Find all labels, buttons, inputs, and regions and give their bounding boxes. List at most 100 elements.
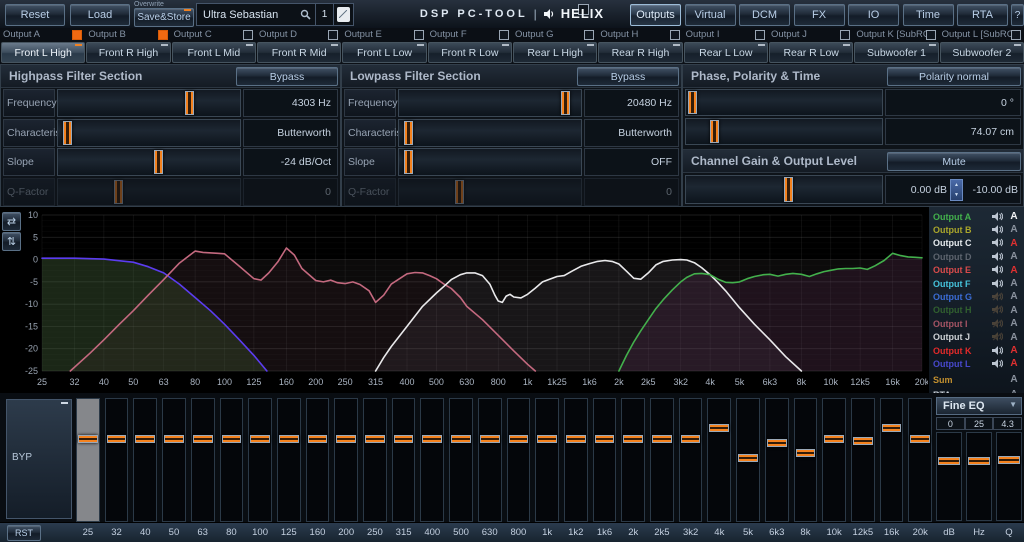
spinner-down-icon[interactable]: ▼	[954, 192, 959, 198]
channel-tab-subwoofer-1[interactable]: Subwoofer 1	[854, 42, 938, 63]
eq-band-handle[interactable]	[308, 435, 328, 443]
eq-band-1k[interactable]	[535, 398, 559, 522]
eq-band-4k[interactable]	[707, 398, 731, 522]
eq-band-handle[interactable]	[480, 435, 500, 443]
v-zoom-button[interactable]: ⇅	[2, 232, 21, 251]
eq-band-2k5[interactable]	[650, 398, 674, 522]
memory-letter-badge[interactable]: A	[1008, 358, 1020, 369]
eq-band-250[interactable]	[363, 398, 387, 522]
eq-band-40[interactable]	[133, 398, 157, 522]
reset-button[interactable]: Reset	[5, 4, 65, 26]
legend-row-output-d[interactable]: Output D A	[931, 250, 1022, 263]
eq-band-1k6[interactable]	[593, 398, 617, 522]
search-icon[interactable]	[295, 4, 315, 25]
speaker-icon[interactable]	[992, 355, 1008, 373]
nav-button-fx[interactable]: FX	[794, 4, 845, 26]
eq-band-handle[interactable]	[78, 435, 98, 443]
channel-tab-front-r-low[interactable]: Front R Low	[428, 42, 512, 63]
eq-band-handle[interactable]	[595, 435, 615, 443]
eq-band-handle[interactable]	[107, 435, 127, 443]
lowpass-bypass-button[interactable]: Bypass	[577, 67, 679, 86]
eq-band-handle[interactable]	[279, 435, 299, 443]
channel-tab-front-l-low[interactable]: Front L Low	[342, 42, 426, 63]
fine-eq-slider-hz[interactable]	[966, 432, 992, 521]
channel-tab-rear-r-low[interactable]: Rear R Low	[769, 42, 853, 63]
channel-tab-front-l-mid[interactable]: Front L Mid	[172, 42, 256, 63]
eq-band-handle[interactable]	[135, 435, 155, 443]
memory-slot-field[interactable]: 1	[315, 4, 333, 25]
eq-band-2k[interactable]	[621, 398, 645, 522]
eq-band-63[interactable]	[191, 398, 215, 522]
memory-letter-badge[interactable]: A	[1008, 251, 1020, 262]
eq-band-handle[interactable]	[336, 435, 356, 443]
slider-handle[interactable]	[154, 150, 163, 174]
memory-letter-badge[interactable]: A	[1008, 224, 1020, 235]
eq-band-8k[interactable]	[794, 398, 818, 522]
legend-row-output-i[interactable]: Output I A	[931, 317, 1022, 330]
eq-band-handle[interactable]	[767, 439, 787, 447]
eq-bypass-panel[interactable]: BYP	[6, 399, 72, 519]
time-delay-slider[interactable]	[685, 118, 883, 145]
q-factor-slider[interactable]	[57, 178, 241, 206]
eq-band-100[interactable]	[248, 398, 272, 522]
legend-row-output-e[interactable]: Output E A	[931, 264, 1022, 277]
nav-button-rta[interactable]: RTA	[957, 4, 1008, 26]
eq-band-handle[interactable]	[365, 435, 385, 443]
characteristic-slider[interactable]	[57, 119, 241, 147]
eq-band-315[interactable]	[392, 398, 416, 522]
memory-letter-badge[interactable]: A	[1008, 345, 1020, 356]
memory-letter-badge[interactable]: A	[1008, 265, 1020, 276]
eq-band-handle[interactable]	[193, 435, 213, 443]
legend-row-output-f[interactable]: Output F A	[931, 277, 1022, 290]
channel-link-checkbox[interactable]	[414, 30, 424, 40]
frequency-slider[interactable]	[398, 89, 582, 117]
channel-link-checkbox[interactable]	[840, 30, 850, 40]
eq-band-handle[interactable]	[537, 435, 557, 443]
eq-band-50[interactable]	[162, 398, 186, 522]
channel-link-checkbox[interactable]	[328, 30, 338, 40]
polarity-button[interactable]: Polarity normal	[887, 67, 1021, 86]
legend-row-output-a[interactable]: Output A A	[931, 210, 1022, 223]
characteristic-slider[interactable]	[398, 119, 582, 147]
eq-band-handle[interactable]	[451, 435, 471, 443]
channel-tab-subwoofer-2[interactable]: Subwoofer 2	[940, 42, 1024, 63]
memory-letter-badge[interactable]: A	[1008, 211, 1020, 222]
slider-handle[interactable]	[404, 121, 413, 145]
legend-row-sum[interactable]: SumA	[931, 373, 1022, 386]
eq-band-3k2[interactable]	[679, 398, 703, 522]
eq-band-handle[interactable]	[882, 424, 902, 432]
channel-link-checkbox[interactable]	[755, 30, 765, 40]
spinner-up-icon[interactable]: ▲	[954, 182, 959, 188]
q-factor-slider[interactable]	[398, 178, 582, 206]
memory-letter-badge[interactable]: A	[1008, 278, 1020, 289]
slope-slider[interactable]	[57, 148, 241, 176]
eq-band-125[interactable]	[277, 398, 301, 522]
eq-band-handle[interactable]	[164, 435, 184, 443]
channel-link-checkbox[interactable]	[72, 30, 82, 40]
eq-band-handle[interactable]	[853, 437, 873, 445]
channel-tab-front-r-high[interactable]: Front R High	[86, 42, 170, 63]
nav-button-dcm[interactable]: DCM	[739, 4, 790, 26]
eq-band-handle[interactable]	[652, 435, 672, 443]
channel-tab-rear-r-high[interactable]: Rear R High	[598, 42, 682, 63]
channel-tab-rear-l-high[interactable]: Rear L High	[513, 42, 597, 63]
fine-eq-slider-db[interactable]	[936, 432, 962, 521]
channel-link-checkbox[interactable]	[584, 30, 594, 40]
eq-band-handle[interactable]	[824, 435, 844, 443]
eq-band-160[interactable]	[306, 398, 330, 522]
nav-button-io[interactable]: IO	[848, 4, 899, 26]
channel-link-checkbox[interactable]	[243, 30, 253, 40]
slope-slider[interactable]	[398, 148, 582, 176]
channel-tab-front-l-high[interactable]: Front L High	[1, 42, 85, 63]
edit-document-icon[interactable]	[333, 4, 353, 25]
mute-button[interactable]: Mute	[887, 152, 1021, 171]
phase-slider[interactable]	[685, 89, 883, 116]
gain-spinner[interactable]: ▲ ▼	[950, 179, 963, 201]
nav-button-outputs[interactable]: Outputs	[630, 4, 681, 26]
slider-handle[interactable]	[63, 121, 72, 145]
eq-band-handle[interactable]	[796, 449, 816, 457]
legend-row-output-b[interactable]: Output B A	[931, 223, 1022, 236]
eq-band-500[interactable]	[449, 398, 473, 522]
highpass-bypass-button[interactable]: Bypass	[236, 67, 338, 86]
eq-reset-button[interactable]: RST	[7, 525, 41, 541]
